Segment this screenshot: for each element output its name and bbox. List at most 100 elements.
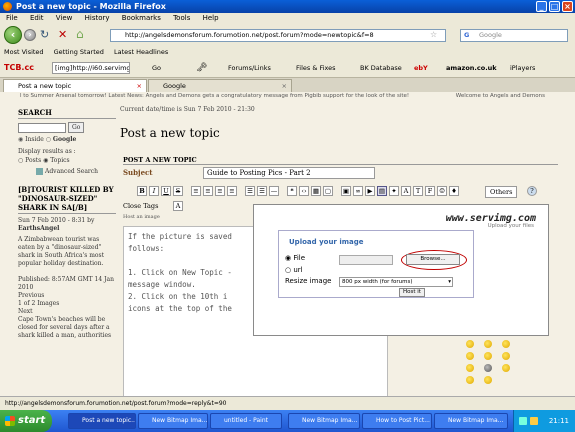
key-icon[interactable]: 🗝 — [196, 63, 207, 73]
menu-history[interactable]: History — [85, 14, 110, 22]
smiley-shock-icon[interactable] — [466, 376, 474, 384]
align-center-icon[interactable]: ≡ — [203, 186, 213, 196]
forward-arrow-icon[interactable]: › — [24, 29, 36, 41]
browse-button[interactable]: Browse... — [406, 254, 460, 265]
toolbar-files-fixes[interactable]: Files & Fixes — [296, 63, 336, 73]
search-input[interactable]: G Google — [460, 29, 568, 42]
table-icon[interactable]: ▦ — [311, 186, 321, 196]
numbered-list-icon[interactable]: ☰ — [257, 186, 267, 196]
smiley-cool-icon[interactable] — [466, 364, 474, 372]
toolbar-brand[interactable]: TCB.cc — [4, 63, 34, 73]
host-image-icon[interactable]: ▤ — [377, 186, 387, 196]
news-title[interactable]: [B]TOURIST KILLED BY "DINOSAUR-SIZED" SH… — [18, 185, 116, 214]
spoiler-icon[interactable]: ▢ — [323, 186, 333, 196]
menu-file[interactable]: File — [6, 14, 18, 22]
align-right-icon[interactable]: ≡ — [215, 186, 225, 196]
bold-button[interactable]: B — [137, 186, 147, 196]
news-next[interactable]: Next — [18, 308, 116, 316]
smiley-blush-icon[interactable] — [484, 376, 492, 384]
tray-volume-icon[interactable] — [530, 417, 538, 425]
hr-icon[interactable]: — — [269, 186, 279, 196]
sidebar-go-button[interactable]: Go — [68, 122, 85, 133]
smiley-alien-icon[interactable] — [484, 364, 492, 372]
tab-close-icon[interactable]: × — [137, 80, 142, 92]
smiley-laugh-icon[interactable] — [502, 340, 510, 348]
help-icon[interactable]: ? — [527, 186, 537, 196]
video-icon[interactable]: ▶ — [365, 186, 375, 196]
task-bitmap-1[interactable]: New Bitmap Ima... — [138, 413, 208, 429]
reload-icon[interactable]: ↻ — [40, 28, 49, 41]
subject-input[interactable]: Guide to Posting Pics - Part 2 — [203, 167, 375, 179]
underline-button[interactable]: U — [161, 186, 171, 196]
menu-view[interactable]: View — [56, 14, 73, 22]
menu-edit[interactable]: Edit — [30, 14, 44, 22]
others-button[interactable]: Others — [485, 186, 518, 198]
back-arrow-icon[interactable]: ‹ — [4, 26, 22, 44]
radio-topics[interactable]: ◉ — [43, 157, 48, 164]
url-field[interactable]: http://angelsdemonsforum.forumotion.net/… — [110, 29, 446, 42]
task-bitmap-2[interactable]: New Bitmap Ima... — [288, 413, 360, 429]
menu-tools[interactable]: Tools — [173, 14, 190, 22]
toolbar-bk-database[interactable]: BK Database — [360, 63, 402, 73]
strike-button[interactable]: S — [173, 186, 183, 196]
smiley-angry-icon[interactable] — [502, 352, 510, 360]
resize-select[interactable]: 800 px width (for forums) ▾ — [339, 277, 453, 287]
close-tags-link[interactable]: Close Tags — [123, 202, 158, 210]
toolbar-amazon[interactable]: amazon.co.uk — [446, 63, 497, 73]
task-how-to-post[interactable]: How to Post Pict... — [362, 413, 432, 429]
radio-url[interactable]: ○ — [285, 266, 291, 274]
tray-network-icon[interactable] — [519, 417, 527, 425]
toolbar-iplayers[interactable]: iPlayers — [510, 63, 535, 73]
smiley-wink-icon[interactable] — [466, 352, 474, 360]
host-it-button[interactable]: Host it — [399, 288, 425, 297]
menu-bookmarks[interactable]: Bookmarks — [122, 14, 161, 22]
news-previous[interactable]: Previous — [18, 292, 116, 300]
maximize-button[interactable]: □ — [549, 1, 560, 12]
code-icon[interactable]: ‹› — [299, 186, 309, 196]
bookmark-most-visited[interactable]: Most Visited — [4, 48, 44, 56]
link-icon[interactable]: ∞ — [353, 186, 363, 196]
list-icon[interactable]: ☰ — [245, 186, 255, 196]
radio-inside[interactable]: ◉ — [18, 136, 23, 143]
smiley-tongue-icon[interactable] — [502, 364, 510, 372]
switch-editor-icon[interactable]: A — [173, 201, 183, 211]
toolbar-go-button[interactable]: Go — [152, 63, 161, 73]
radio-posts[interactable]: ○ — [18, 157, 23, 164]
radio-google[interactable]: ○ — [46, 136, 51, 143]
smiley-icon[interactable]: ☺ — [437, 186, 447, 196]
smiley-grin-icon[interactable] — [484, 340, 492, 348]
tab-post-new-topic[interactable]: Post a new topic × — [3, 79, 147, 92]
flash-icon[interactable]: ✦ — [389, 186, 399, 196]
toolbar-ebay[interactable]: ebY — [414, 63, 428, 73]
task-firefox[interactable]: Post a new topic... — [68, 413, 136, 429]
news-author[interactable]: EarthsAngel — [18, 225, 116, 233]
quote-icon[interactable]: ❝ — [287, 186, 297, 196]
image-icon[interactable]: ▣ — [341, 186, 351, 196]
smiley-happy-icon[interactable] — [466, 340, 474, 348]
menu-help[interactable]: Help — [203, 14, 219, 22]
bookmark-latest-headlines[interactable]: Latest Headlines — [114, 48, 168, 56]
align-left-icon[interactable]: ≡ — [191, 186, 201, 196]
toolbar-field[interactable]: [img]http://i60.servimg.co — [52, 62, 130, 74]
task-paint[interactable]: untitled - Paint — [210, 413, 282, 429]
font-icon[interactable]: F — [425, 186, 435, 196]
toolbar-forums-links[interactable]: Forums/Links — [228, 63, 271, 73]
close-button[interactable]: × — [562, 1, 573, 12]
bookmark-getting-started[interactable]: Getting Started — [54, 48, 104, 56]
home-icon[interactable]: ⌂ — [76, 27, 84, 41]
star-icon[interactable]: ☆ — [430, 30, 437, 39]
italic-button[interactable]: I — [149, 186, 159, 196]
sidebar-search-input[interactable] — [18, 122, 66, 133]
minimize-button[interactable]: _ — [536, 1, 547, 12]
color-icon[interactable]: A — [401, 186, 411, 196]
radio-file[interactable]: ◉ — [285, 254, 291, 262]
start-button[interactable]: start — [0, 410, 52, 432]
advanced-search-link[interactable]: Advanced Search — [45, 168, 98, 175]
tab-google[interactable]: Google × — [148, 79, 292, 92]
file-path-input[interactable] — [339, 255, 393, 265]
tab-close-icon[interactable]: × — [282, 80, 287, 92]
smiley-sad-icon[interactable] — [484, 352, 492, 360]
extra-icon[interactable]: ♦ — [449, 186, 459, 196]
stop-icon[interactable]: ✕ — [58, 28, 67, 41]
size-icon[interactable]: T — [413, 186, 423, 196]
